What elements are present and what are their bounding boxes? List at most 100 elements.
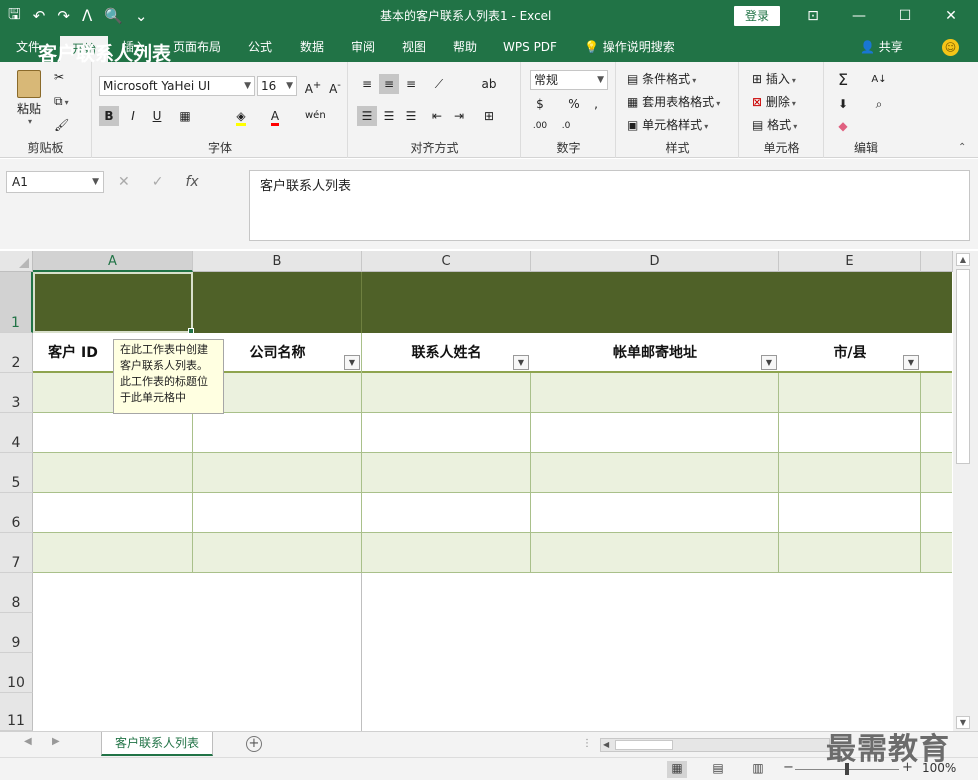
column-header-e[interactable]: E bbox=[779, 251, 921, 272]
ribbon-display-options-icon[interactable]: ⊡ bbox=[790, 0, 836, 32]
column-header-a[interactable]: A bbox=[33, 251, 193, 272]
add-sheet-button[interactable]: + bbox=[246, 736, 262, 752]
fill-icon[interactable]: ⬇ bbox=[833, 94, 853, 114]
sheet-title[interactable]: 客户联系人列表 bbox=[38, 39, 171, 66]
phonetic-icon[interactable]: wén bbox=[305, 106, 326, 126]
previous-sheet-icon[interactable]: ◀ bbox=[24, 736, 32, 747]
filter-dropdown-icon[interactable]: ▼ bbox=[513, 355, 529, 370]
tell-me-search[interactable]: 💡 操作说明搜索 bbox=[584, 32, 675, 62]
align-center-icon[interactable]: ☰ bbox=[379, 106, 399, 126]
accounting-format-icon[interactable]: $ bbox=[530, 94, 550, 114]
row-header-2[interactable]: 2 bbox=[0, 333, 33, 373]
increase-font-size-icon[interactable]: A+ bbox=[303, 76, 323, 96]
decrease-font-size-icon[interactable]: A- bbox=[325, 76, 345, 96]
tab-review[interactable]: 审阅 bbox=[341, 32, 385, 62]
align-middle-icon[interactable]: ≡ bbox=[379, 74, 399, 94]
normal-view-icon[interactable]: ▦ bbox=[667, 761, 687, 778]
tab-view[interactable]: 视图 bbox=[392, 32, 436, 62]
format-cells-button[interactable]: ▤ 格式 ▾ bbox=[752, 116, 797, 133]
row-header-5[interactable]: 5 bbox=[0, 453, 33, 493]
feedback-smiley-icon[interactable]: ☺ bbox=[942, 39, 959, 56]
sheet-tab-contacts[interactable]: 客户联系人列表 bbox=[101, 732, 213, 756]
confirm-entry-icon[interactable]: ✓ bbox=[152, 174, 164, 190]
active-cell-outline[interactable] bbox=[33, 272, 193, 333]
scroll-down-icon[interactable]: ▼ bbox=[956, 716, 970, 729]
merge-center-icon[interactable]: ⊞ bbox=[479, 106, 499, 126]
row-header-10[interactable]: 10 bbox=[0, 653, 33, 693]
comma-button[interactable]: , bbox=[586, 94, 606, 114]
row-header-1[interactable]: 1 bbox=[0, 272, 33, 333]
orientation-icon[interactable]: ⟋ bbox=[429, 74, 449, 94]
number-format-select[interactable]: 常规 ▼ bbox=[530, 70, 608, 90]
format-as-table-button[interactable]: ▦ 套用表格格式 ▾ bbox=[627, 93, 720, 110]
clear-icon[interactable]: ◆ bbox=[833, 116, 853, 136]
row-header-8[interactable]: 8 bbox=[0, 573, 33, 613]
row-header-11[interactable]: 11 bbox=[0, 693, 33, 731]
table-row[interactable] bbox=[33, 453, 952, 493]
column-header-b[interactable]: B bbox=[193, 251, 362, 272]
underline-button[interactable]: U bbox=[147, 106, 167, 126]
page-layout-view-icon[interactable]: ▤ bbox=[708, 761, 728, 778]
align-bottom-icon[interactable]: ≡ bbox=[401, 74, 421, 94]
font-color-icon[interactable]: A bbox=[265, 106, 285, 126]
next-sheet-icon[interactable]: ▶ bbox=[52, 736, 60, 747]
cell-styles-button[interactable]: ▣ 单元格样式 ▾ bbox=[627, 116, 708, 133]
find-select-icon[interactable]: ⌕ bbox=[869, 94, 889, 114]
worksheet-grid[interactable]: A B C D E 1 2 3 4 5 6 7 8 9 10 11 客户 ID … bbox=[0, 251, 978, 731]
customize-qat-icon[interactable]: ⌄ bbox=[135, 7, 148, 25]
header-contact-name[interactable]: 联系人姓名 bbox=[362, 333, 531, 373]
table-row[interactable] bbox=[33, 493, 952, 533]
italic-button[interactable]: I bbox=[123, 106, 143, 126]
row-header-7[interactable]: 7 bbox=[0, 533, 33, 573]
table-row[interactable] bbox=[33, 533, 952, 573]
close-button[interactable]: ✕ bbox=[928, 0, 974, 32]
column-header-c[interactable]: C bbox=[362, 251, 531, 272]
row-header-3[interactable]: 3 bbox=[0, 373, 33, 413]
bold-button[interactable]: B bbox=[99, 106, 119, 126]
filter-dropdown-icon[interactable]: ▼ bbox=[344, 355, 360, 370]
tab-split-handle[interactable]: ⋮ bbox=[582, 738, 592, 749]
select-all-button[interactable] bbox=[0, 251, 33, 272]
save-icon[interactable]: 🖫 bbox=[8, 4, 21, 29]
touch-mode-icon[interactable]: ᐱ bbox=[82, 7, 92, 25]
insert-cells-button[interactable]: ⊞ 插入 ▾ bbox=[752, 70, 796, 87]
maximize-button[interactable]: ☐ bbox=[882, 0, 928, 32]
horizontal-scrollbar[interactable]: ◀ bbox=[600, 738, 830, 752]
share-button[interactable]: 👤 共享 bbox=[860, 32, 903, 62]
copy-icon[interactable]: ⧉ ▾ bbox=[54, 94, 69, 109]
vertical-scroll-thumb[interactable] bbox=[956, 269, 970, 464]
tab-data[interactable]: 数据 bbox=[290, 32, 334, 62]
table-row[interactable] bbox=[33, 413, 952, 453]
filter-dropdown-icon[interactable]: ▼ bbox=[903, 355, 919, 370]
filter-dropdown-icon[interactable]: ▼ bbox=[761, 355, 777, 370]
percent-button[interactable]: % bbox=[564, 94, 584, 114]
row-header-4[interactable]: 4 bbox=[0, 413, 33, 453]
collapse-ribbon-icon[interactable]: ⌃ bbox=[958, 142, 966, 153]
column-header-d[interactable]: D bbox=[531, 251, 779, 272]
header-customer-id[interactable]: 客户 ID bbox=[33, 333, 113, 373]
fill-color-icon[interactable]: ◈ bbox=[231, 106, 251, 126]
cut-icon[interactable]: ✂ bbox=[54, 70, 64, 84]
format-painter-icon[interactable]: 🖌 bbox=[54, 118, 69, 132]
horizontal-scroll-thumb[interactable] bbox=[615, 740, 673, 750]
paste-button[interactable]: 粘贴 ▾ bbox=[12, 70, 46, 126]
delete-cells-button[interactable]: ⊠ 删除 ▾ bbox=[752, 93, 796, 110]
formula-input[interactable]: 客户联系人列表 bbox=[249, 170, 970, 241]
scroll-left-icon[interactable]: ◀ bbox=[603, 739, 609, 751]
name-box[interactable]: A1 ▼ bbox=[6, 171, 104, 193]
insert-function-icon[interactable]: fx bbox=[185, 174, 198, 190]
cancel-entry-icon[interactable]: ✕ bbox=[118, 174, 130, 190]
vertical-scrollbar[interactable]: ▲ ▼ bbox=[953, 251, 978, 731]
autosum-icon[interactable]: Σ bbox=[833, 70, 853, 90]
header-billing-address[interactable]: 帐单邮寄地址 bbox=[531, 333, 779, 373]
decrease-indent-icon[interactable]: ⇤ bbox=[427, 106, 447, 126]
tab-help[interactable]: 帮助 bbox=[443, 32, 487, 62]
page-break-preview-icon[interactable]: ▥ bbox=[748, 761, 768, 778]
align-top-icon[interactable]: ≡ bbox=[357, 74, 377, 94]
tab-formulas[interactable]: 公式 bbox=[238, 32, 282, 62]
login-button[interactable]: 登录 bbox=[734, 6, 780, 26]
header-city[interactable]: 市/县 bbox=[779, 333, 921, 373]
conditional-formatting-button[interactable]: ▤ 条件格式 ▾ bbox=[627, 70, 696, 87]
align-right-icon[interactable]: ☰ bbox=[401, 106, 421, 126]
scroll-up-icon[interactable]: ▲ bbox=[956, 253, 970, 266]
